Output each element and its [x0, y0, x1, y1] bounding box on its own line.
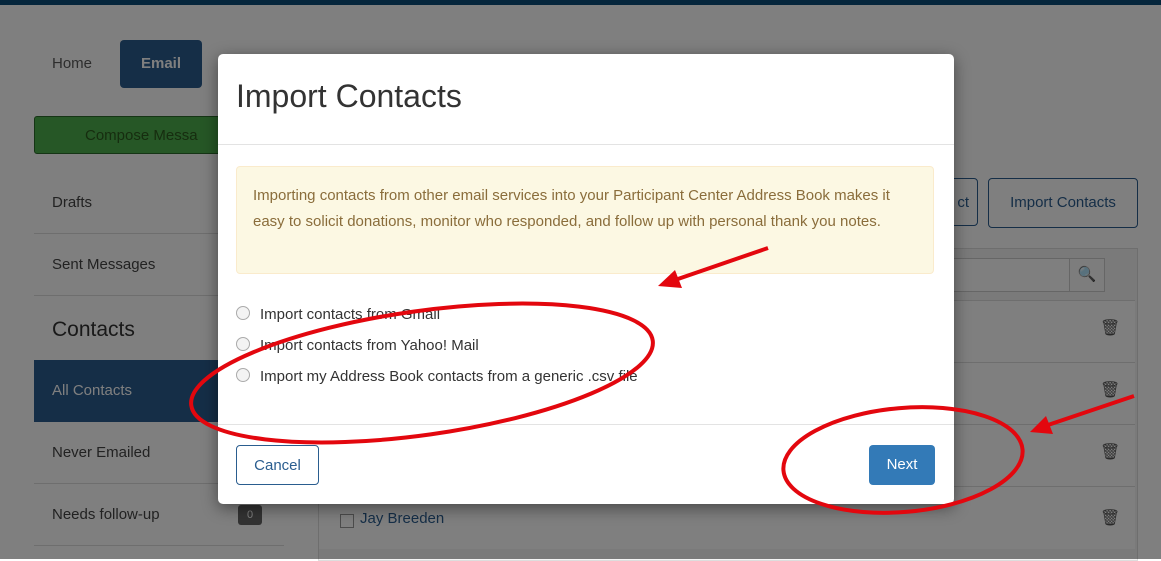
next-button[interactable]: Next	[869, 445, 935, 485]
radio-yahoo[interactable]	[236, 337, 250, 351]
option-csv[interactable]: Import my Address Book contacts from a g…	[236, 368, 638, 385]
info-alert: Importing contacts from other email serv…	[236, 166, 934, 274]
option-yahoo[interactable]: Import contacts from Yahoo! Mail	[236, 337, 479, 354]
option-csv-label: Import my Address Book contacts from a g…	[260, 368, 638, 385]
modal-title: Import Contacts	[236, 78, 462, 114]
modal-footer-divider	[218, 424, 954, 425]
option-gmail-label: Import contacts from Gmail	[260, 306, 441, 323]
radio-csv[interactable]	[236, 368, 250, 382]
cancel-button[interactable]: Cancel	[236, 445, 319, 485]
option-gmail[interactable]: Import contacts from Gmail	[236, 306, 440, 323]
import-contacts-modal: Import Contacts Importing contacts from …	[218, 54, 954, 504]
radio-gmail[interactable]	[236, 306, 250, 320]
option-yahoo-label: Import contacts from Yahoo! Mail	[260, 337, 479, 354]
modal-header-divider	[218, 144, 954, 145]
